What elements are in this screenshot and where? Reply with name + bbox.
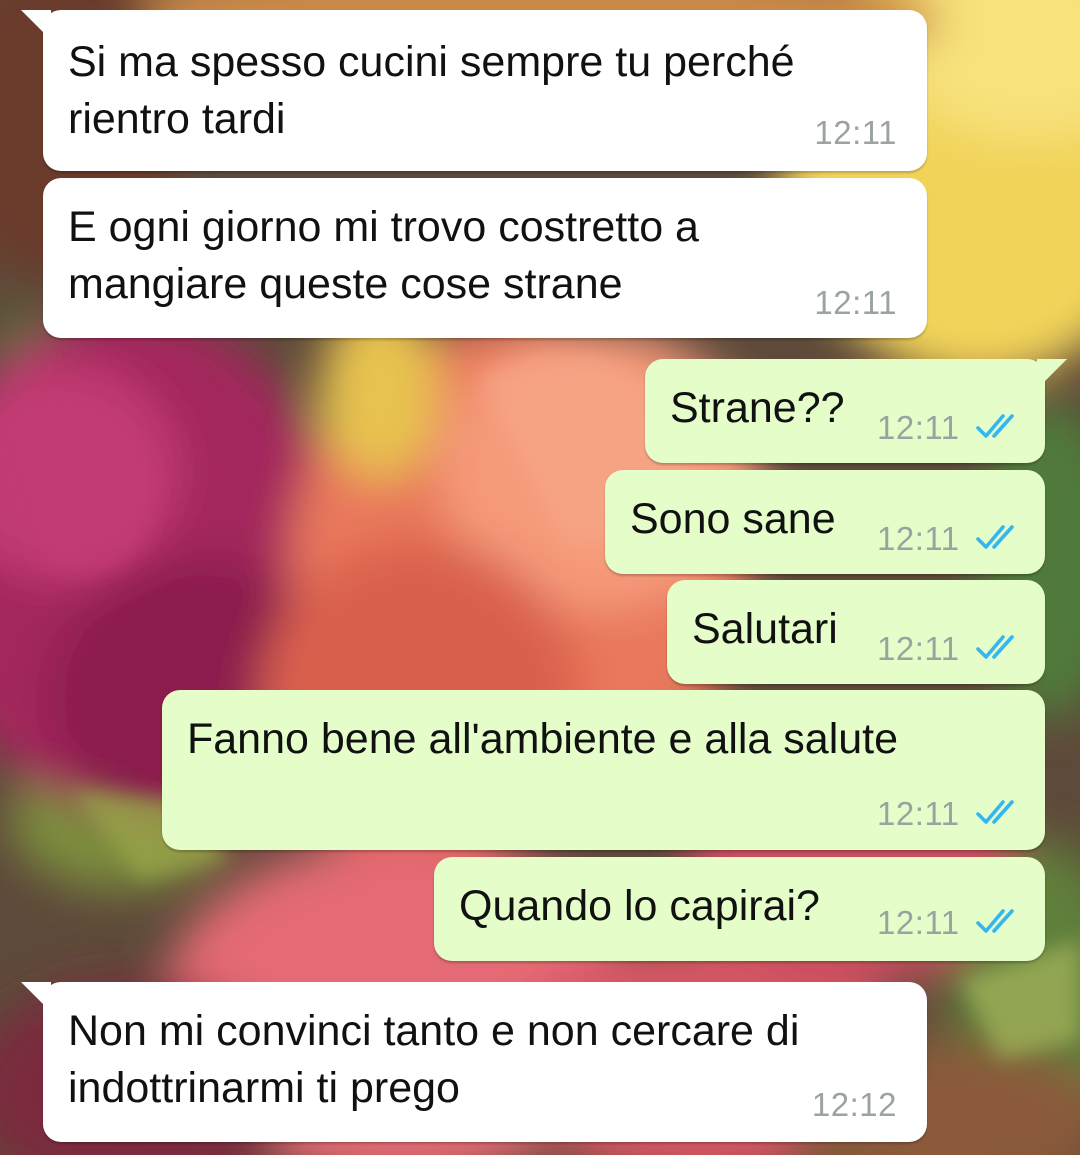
chat-message-list[interactable]: Si ma spesso cucini sempre tu perché rie… — [0, 0, 1080, 1155]
message-text: Fanno bene all'ambiente e alla salute — [187, 715, 899, 763]
read-double-check-icon — [976, 800, 1014, 824]
read-double-check-icon — [976, 635, 1014, 659]
message-timestamp: 12:12 — [811, 1086, 897, 1123]
incoming-message-bubble[interactable]: Si ma spesso cucini sempre tu perché rie… — [21, 10, 927, 171]
message-timestamp: 12:11 — [877, 904, 960, 941]
message-text: E ogni giorno mi trovo costretto a mangi… — [68, 203, 699, 308]
outgoing-message-bubble[interactable]: Salutari 12:11 — [667, 580, 1045, 684]
bubble-tail — [1037, 359, 1067, 389]
message-timestamp: 12:11 — [877, 795, 960, 832]
message-text: Si ma spesso cucini sempre tu perché rie… — [68, 38, 795, 143]
message-timestamp: 12:11 — [877, 520, 960, 557]
bubble-tail — [21, 10, 51, 40]
message-timestamp: 12:11 — [814, 114, 897, 151]
read-double-check-icon — [976, 414, 1014, 438]
outgoing-message-bubble[interactable]: Strane?? 12:11 — [645, 359, 1067, 463]
incoming-message-bubble[interactable]: Non mi convinci tanto e non cercare di i… — [21, 982, 927, 1142]
message-text: Quando lo capirai? — [459, 882, 820, 930]
bubble-tail — [21, 982, 51, 1012]
message-timestamp: 12:11 — [877, 409, 960, 446]
outgoing-message-bubble[interactable]: Fanno bene all'ambiente e alla salute 12… — [162, 690, 1045, 850]
message-timestamp: 12:11 — [877, 630, 960, 667]
message-text: Salutari — [692, 605, 838, 653]
message-timestamp: 12:11 — [814, 284, 897, 321]
outgoing-message-bubble[interactable]: Quando lo capirai? 12:11 — [434, 857, 1045, 961]
message-text: Strane?? — [670, 384, 845, 432]
read-double-check-icon — [976, 909, 1014, 933]
message-text: Sono sane — [630, 495, 836, 543]
read-double-check-icon — [976, 525, 1014, 549]
outgoing-message-bubble[interactable]: Sono sane 12:11 — [605, 470, 1045, 574]
incoming-message-bubble[interactable]: E ogni giorno mi trovo costretto a mangi… — [43, 178, 927, 338]
message-text: Non mi convinci tanto e non cercare di i… — [68, 1007, 800, 1112]
